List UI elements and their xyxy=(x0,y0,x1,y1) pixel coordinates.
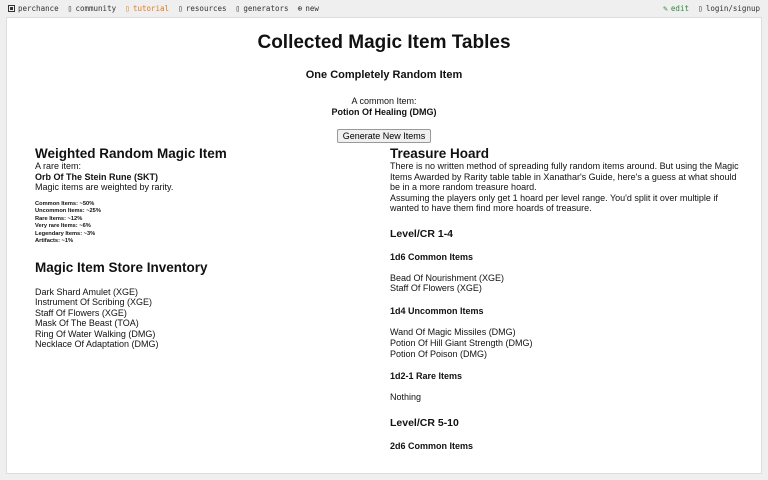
list-item: Mask Of The Beast (TOA) xyxy=(35,318,139,329)
level-1-4-heading: Level/CR 1-4 xyxy=(390,227,454,240)
odds-uncommon: Uncommon Items: ~25% xyxy=(35,208,101,214)
odds-legendary: Legendary Items: ~3% xyxy=(35,230,96,237)
list-item: Staff Of Flowers (XGE) xyxy=(35,307,127,318)
left-column: Weighted Random Magic Item A rare item: … xyxy=(35,146,390,451)
nav-login[interactable]: ▯ login/signup xyxy=(698,4,760,13)
nav-login-label: login/signup xyxy=(705,4,760,13)
l1-common-list: Bead Of Nourishment (XGE) Staff Of Flowe… xyxy=(390,273,741,295)
level-5-10-heading: Level/CR 5-10 xyxy=(390,417,459,430)
rare-item-value: Orb Of The Stein Rune (SKT) xyxy=(35,171,158,182)
hoard-note: Assuming the players only get 1 hoard pe… xyxy=(390,192,718,214)
nav-generators[interactable]: ▯ generators xyxy=(236,4,289,13)
plus-icon: ⊕ xyxy=(297,3,303,13)
resources-icon: ▯ xyxy=(178,3,183,13)
list-item: Wand Of Magic Missiles (DMG) xyxy=(390,327,516,338)
list-item: Dark Shard Amulet (XGE) xyxy=(35,286,139,297)
edit-icon: ✎ xyxy=(663,3,668,13)
common-item-label: A common Item: xyxy=(351,96,417,106)
list-item: Ring Of Water Walking (DMG) xyxy=(35,328,156,339)
nav-edit-label: edit xyxy=(670,4,689,13)
generate-new-items-button[interactable]: Generate New Items xyxy=(336,129,432,143)
l1-uncommon-heading: 1d4 Uncommon Items xyxy=(390,306,484,317)
nav-community[interactable]: ▯ community xyxy=(68,4,116,13)
l1-rare-heading: 1d2-1 Rare Items xyxy=(390,371,463,382)
l1-common-heading: 1d6 Common Items xyxy=(390,251,474,262)
nav-community-label: community xyxy=(75,4,117,13)
l1-uncommon-list: Wand Of Magic Missiles (DMG) Potion Of H… xyxy=(390,327,741,359)
logo-icon xyxy=(8,5,15,12)
generate-wrap: Generate New Items xyxy=(7,126,761,144)
content-columns: Weighted Random Magic Item A rare item: … xyxy=(35,146,741,451)
nav-new-label: new xyxy=(305,4,319,13)
weighted-heading: Weighted Random Magic Item xyxy=(35,146,227,161)
odds-very-rare: Very rare Items: ~6% xyxy=(35,223,91,229)
list-item: Bead Of Nourishment (XGE) xyxy=(390,272,505,283)
generators-icon: ▯ xyxy=(235,3,241,13)
list-item: Staff Of Flowers (XGE) xyxy=(390,283,482,294)
list-item: Potion Of Poison (DMG) xyxy=(390,348,488,359)
generator-page: Collected Magic Item Tables One Complete… xyxy=(6,17,762,474)
store-heading: Magic Item Store Inventory xyxy=(35,259,208,275)
top-nav-right: ✎ edit ▯ login/signup xyxy=(663,4,760,13)
list-item: Instrument Of Scribing (XGE) xyxy=(35,297,153,308)
nav-resources[interactable]: ▯ resources xyxy=(178,4,226,13)
odds-rare: Rare Items: ~12% xyxy=(35,215,83,222)
l2-common-heading: 2d6 Common Items xyxy=(390,441,474,452)
list-item: Nothing xyxy=(390,392,422,403)
nav-perchance[interactable]: perchance xyxy=(8,4,59,13)
common-item-value: Potion Of Healing (DMG) xyxy=(331,107,437,117)
nav-perchance-label: perchance xyxy=(18,4,59,13)
weighted-note: Magic items are weighted by rarity. xyxy=(35,182,174,192)
hoard-intro: There is no written method of spreading … xyxy=(390,161,739,192)
nav-new[interactable]: ⊕ new xyxy=(298,4,319,13)
tutorial-icon: ▯ xyxy=(125,3,130,13)
list-item: Necklace Of Adaptation (DMG) xyxy=(35,339,159,350)
nav-edit[interactable]: ✎ edit xyxy=(663,4,689,13)
list-item: Potion Of Hill Giant Strength (DMG) xyxy=(390,337,533,348)
l1-rare-list: Nothing xyxy=(390,392,741,403)
hoard-heading: Treasure Hoard xyxy=(390,146,490,161)
nav-tutorial[interactable]: ▯ tutorial xyxy=(125,4,169,13)
store-item-list: Dark Shard Amulet (XGE) Instrument Of Sc… xyxy=(35,287,390,351)
top-navigation: perchance ▯ community ▯ tutorial ▯ resou… xyxy=(0,0,768,17)
login-icon: ▯ xyxy=(697,3,703,13)
page-subtitle: One Completely Random Item xyxy=(305,69,463,81)
nav-resources-label: resources xyxy=(185,4,227,13)
rare-item-label: A rare item: xyxy=(35,161,82,171)
right-column: Treasure Hoard There is no written metho… xyxy=(390,146,741,451)
common-item-block: A common Item: Potion Of Healing (DMG) xyxy=(7,96,761,118)
odds-artifacts: Artifacts: ~1% xyxy=(35,238,74,244)
odds-common: Common Items: ~50% xyxy=(35,200,95,207)
nav-tutorial-label: tutorial xyxy=(132,4,170,13)
page-title: Collected Magic Item Tables xyxy=(257,32,511,53)
community-icon: ▯ xyxy=(67,3,73,13)
rarity-odds-list: Common Items: ~50% Uncommon Items: ~25% … xyxy=(35,201,390,246)
top-nav-left: perchance ▯ community ▯ tutorial ▯ resou… xyxy=(8,4,319,13)
nav-generators-label: generators xyxy=(243,4,289,13)
